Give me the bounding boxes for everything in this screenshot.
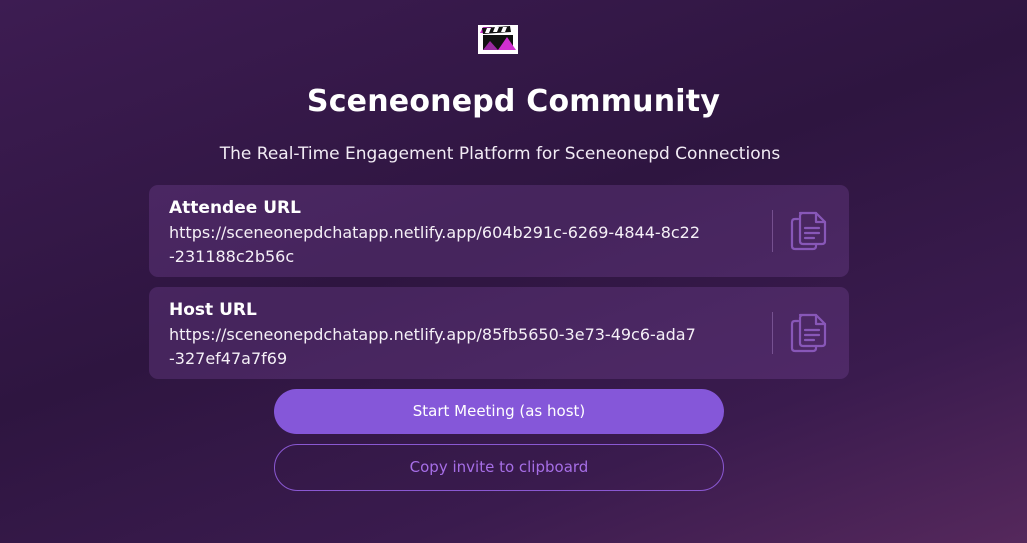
page-title: Sceneonepd Community (306, 84, 721, 119)
host-url-card: Host URL https://sceneonepdchatapp.netli… (149, 287, 849, 379)
copy-invite-button[interactable]: Copy invite to clipboard (274, 444, 724, 491)
copy-icon (789, 311, 829, 355)
host-url-value[interactable]: https://sceneonepdchatapp.netlify.app/85… (169, 323, 729, 371)
copy-host-url-button[interactable] (789, 311, 829, 355)
divider (772, 312, 773, 354)
attendee-url-value[interactable]: https://sceneonepdchatapp.netlify.app/60… (169, 221, 729, 269)
copy-icon (789, 209, 829, 253)
host-url-label: Host URL (169, 300, 257, 320)
copy-attendee-url-button[interactable] (789, 209, 829, 253)
page-subtitle: The Real-Time Engagement Platform for Sc… (219, 144, 781, 164)
start-meeting-button[interactable]: Start Meeting (as host) (274, 389, 724, 434)
clapperboard-icon (478, 25, 518, 54)
attendee-url-label: Attendee URL (169, 198, 301, 218)
divider (772, 210, 773, 252)
attendee-url-card: Attendee URL https://sceneonepdchatapp.n… (149, 185, 849, 277)
